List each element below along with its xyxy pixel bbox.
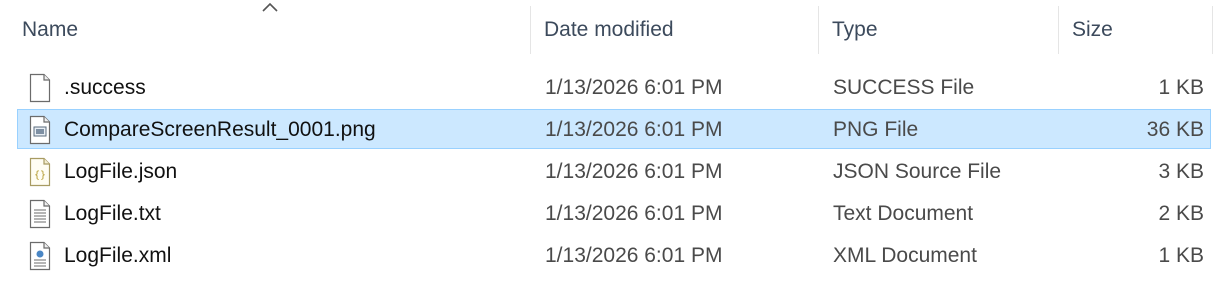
file-name: CompareScreenResult_0001.png [64,118,376,141]
file-date-modified: 1/13/2026 6:01 PM [545,76,723,99]
svg-text:{}: {} [34,170,46,181]
json-file-icon: {} [29,157,51,187]
column-header-bar: Name Date modified Type Size [0,0,1222,58]
file-name: LogFile.json [64,160,178,183]
column-resize-handle-name[interactable] [530,6,531,54]
file-size: 36 KB [1146,118,1204,141]
image-file-icon [29,115,51,145]
file-date-modified: 1/13/2026 6:01 PM [545,202,723,225]
file-type: XML Document [833,244,977,267]
file-date-modified: 1/13/2026 6:01 PM [545,244,723,267]
file-name: .success [64,76,146,99]
text-file-icon [29,199,51,229]
file-type: PNG File [833,118,919,141]
file-row[interactable]: LogFile.txt 1/13/2026 6:01 PM Text Docum… [17,193,1211,233]
column-resize-handle-size[interactable] [1212,6,1213,54]
file-size: 1 KB [1158,76,1204,99]
column-header-date-label: Date modified [544,18,674,41]
file-name: LogFile.txt [64,202,161,225]
column-resize-handle-date[interactable] [818,6,819,54]
blank-file-icon [29,73,51,103]
file-row[interactable]: {} LogFile.json 1/13/2026 6:01 PM JSON S… [17,151,1211,191]
column-header-type-label: Type [832,18,878,41]
column-resize-handle-type[interactable] [1058,6,1059,54]
column-header-name[interactable]: Name [22,0,530,58]
file-row[interactable]: LogFile.xml 1/13/2026 6:01 PM XML Docume… [17,235,1211,275]
column-header-type[interactable]: Type [832,0,1057,58]
column-header-name-label: Name [22,18,79,41]
file-date-modified: 1/13/2026 6:01 PM [545,160,723,183]
column-header-date-modified[interactable]: Date modified [544,0,817,58]
file-size: 2 KB [1158,202,1204,225]
file-type: SUCCESS File [833,76,975,99]
file-type: Text Document [833,202,974,225]
file-name: LogFile.xml [64,244,172,267]
column-header-size[interactable]: Size [1072,0,1212,58]
file-size: 1 KB [1158,244,1204,267]
column-header-size-label: Size [1072,18,1113,41]
file-date-modified: 1/13/2026 6:01 PM [545,118,723,141]
file-type: JSON Source File [833,160,1002,183]
file-size: 3 KB [1158,160,1204,183]
file-row[interactable]: .success 1/13/2026 6:01 PM SUCCESS File … [17,67,1211,107]
file-row-selected[interactable]: CompareScreenResult_0001.png 1/13/2026 6… [17,109,1211,149]
xml-file-icon [29,241,51,271]
